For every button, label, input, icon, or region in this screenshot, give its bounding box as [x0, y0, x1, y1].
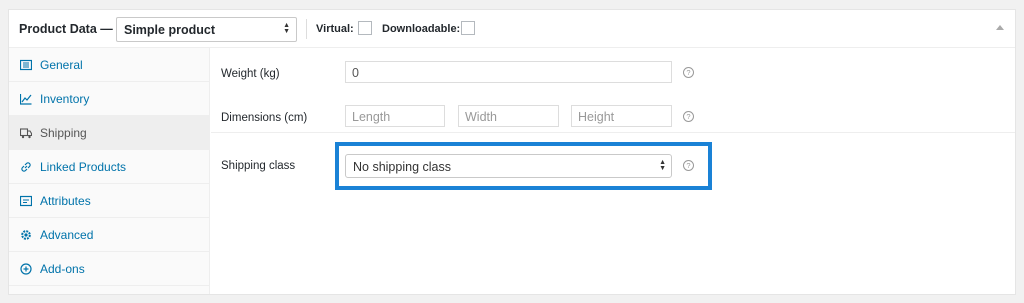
select-arrows-icon: ▲ ▼	[283, 22, 290, 35]
plus-circle-icon	[19, 262, 33, 276]
weight-input[interactable]: 0	[345, 61, 672, 83]
tab-label: General	[40, 57, 83, 72]
tab-add-ons[interactable]: Add-ons	[9, 252, 209, 286]
length-placeholder: Length	[352, 110, 391, 124]
section-divider	[211, 132, 1015, 133]
header-divider	[306, 19, 307, 39]
chart-icon	[19, 92, 33, 106]
shipping-class-label: Shipping class	[221, 160, 296, 172]
highlight-box	[335, 142, 712, 190]
product-type-select[interactable]: Simple product ▲ ▼	[116, 17, 297, 42]
tab-label: Linked Products	[40, 159, 127, 174]
help-icon[interactable]: ?	[683, 67, 694, 78]
weight-placeholder: 0	[352, 66, 359, 80]
tab-shipping[interactable]: Shipping	[9, 116, 209, 150]
panel-title: Product Data —	[19, 22, 113, 36]
tab-inventory[interactable]: Inventory	[9, 82, 209, 116]
tab-label: Advanced	[40, 227, 94, 242]
product-data-tabs: General Inventory Shipping Linked Produc…	[9, 48, 210, 294]
help-icon[interactable]: ?	[683, 111, 694, 122]
tab-advanced[interactable]: Advanced	[9, 218, 209, 252]
tab-general[interactable]: General	[9, 48, 209, 82]
list-icon	[19, 194, 33, 208]
length-input[interactable]: Length	[345, 105, 445, 127]
tab-linked-products[interactable]: Linked Products	[9, 150, 209, 184]
height-input[interactable]: Height	[571, 105, 672, 127]
virtual-checkbox[interactable]	[358, 21, 372, 35]
tab-label: Add-ons	[40, 261, 85, 276]
tab-attributes[interactable]: Attributes	[9, 184, 209, 218]
collapse-arrow-icon[interactable]	[996, 25, 1004, 30]
width-input[interactable]: Width	[458, 105, 559, 127]
downloadable-label: Downloadable:	[382, 23, 461, 35]
width-placeholder: Width	[465, 110, 497, 124]
product-type-value: Simple product	[124, 23, 215, 37]
tab-label: Inventory	[40, 91, 90, 106]
tab-label: Attributes	[40, 193, 91, 208]
panel-header: Product Data — Simple product ▲ ▼ Virtual…	[9, 10, 1015, 48]
truck-icon	[19, 126, 33, 140]
grid-icon	[19, 58, 33, 72]
downloadable-checkbox[interactable]	[461, 21, 475, 35]
height-placeholder: Height	[578, 110, 615, 124]
dimensions-label: Dimensions (cm)	[221, 112, 308, 124]
tab-label: Shipping	[40, 125, 87, 140]
shipping-panel: Weight (kg) 0 ? Dimensions (cm) Length W…	[211, 48, 1015, 294]
gear-icon	[19, 228, 33, 242]
link-icon	[19, 160, 33, 174]
weight-label: Weight (kg)	[221, 68, 280, 80]
virtual-label: Virtual:	[316, 23, 354, 35]
product-data-panel: Product Data — Simple product ▲ ▼ Virtual…	[8, 9, 1016, 295]
